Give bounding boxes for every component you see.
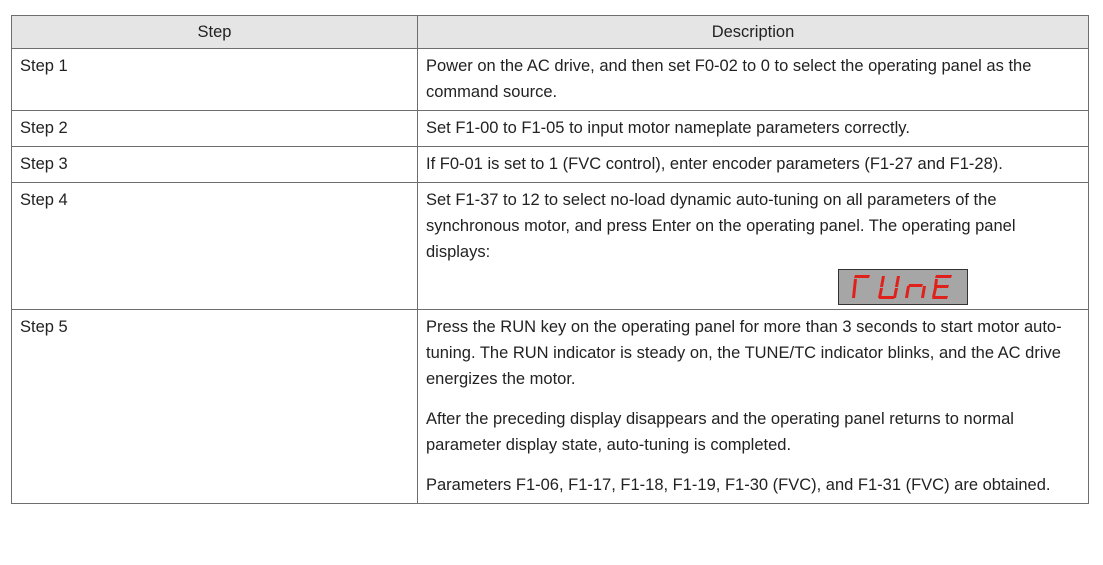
- step-cell: Step 4: [11, 182, 418, 310]
- table-row: Step 4 Set F1-37 to 12 to select no-load…: [11, 182, 1089, 310]
- table-row: Step 2 Set F1-00 to F1-05 to input motor…: [11, 110, 1089, 147]
- header-step: Step: [11, 15, 418, 49]
- panel-display-wrap: [426, 269, 1080, 305]
- description-text: If F0-01 is set to 1 (FVC control), ente…: [426, 155, 1003, 173]
- description-cell: Set F1-00 to F1-05 to input motor namepl…: [417, 110, 1089, 147]
- description-text: Parameters F1-06, F1-17, F1-18, F1-19, F…: [426, 476, 1051, 494]
- description-text: Set F1-37 to 12 to select no-load dynami…: [426, 191, 1016, 261]
- description-text: After the preceding display disappears a…: [426, 410, 1014, 454]
- step-cell: Step 1: [11, 48, 418, 111]
- description-text: Press the RUN key on the operating panel…: [426, 318, 1062, 388]
- table-row: Step 3 If F0-01 is set to 1 (FVC control…: [11, 146, 1089, 183]
- description-cell: If F0-01 is set to 1 (FVC control), ente…: [417, 146, 1089, 183]
- description-cell: Press the RUN key on the operating panel…: [417, 309, 1089, 504]
- step-cell: Step 5: [11, 309, 418, 504]
- tune-segment-display-icon: [852, 275, 952, 299]
- description-cell: Set F1-37 to 12 to select no-load dynami…: [417, 182, 1089, 310]
- step-cell: Step 2: [11, 110, 418, 147]
- operating-panel-display: [838, 269, 968, 305]
- description-text: Set F1-00 to F1-05 to input motor namepl…: [426, 119, 910, 137]
- description-cell: Power on the AC drive, and then set F0-0…: [417, 48, 1089, 111]
- table-row: Step 1 Power on the AC drive, and then s…: [11, 48, 1089, 111]
- steps-table: Step Description Step 1 Power on the AC …: [11, 15, 1089, 504]
- header-description: Description: [417, 15, 1089, 49]
- description-text: Power on the AC drive, and then set F0-0…: [426, 57, 1032, 101]
- table-row: Step 5 Press the RUN key on the operatin…: [11, 309, 1089, 504]
- table-header-row: Step Description: [11, 15, 1089, 49]
- step-cell: Step 3: [11, 146, 418, 183]
